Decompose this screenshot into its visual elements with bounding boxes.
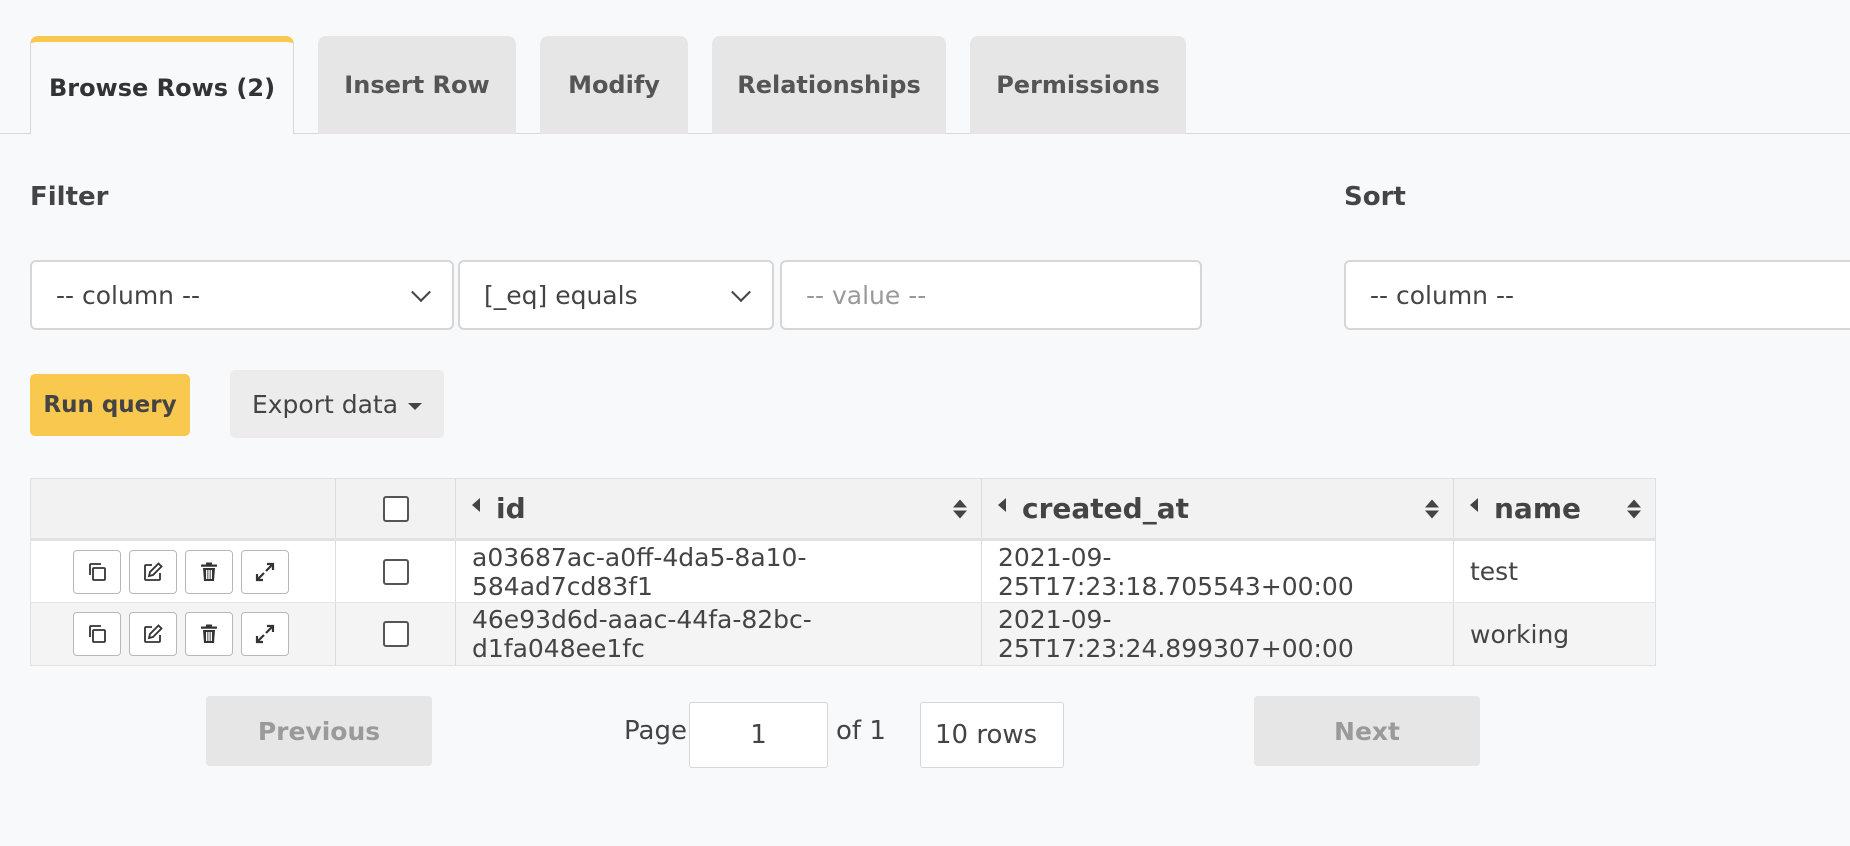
clone-row-button[interactable] — [73, 612, 121, 656]
tab-bar: Browse Rows (2) Insert Row Modify Relati… — [0, 0, 1850, 135]
filter-value-placeholder: -- value -- — [806, 280, 927, 310]
delete-row-button[interactable] — [185, 549, 233, 594]
cell-id: 46e93d6d-aaac-44fa-82bc-d1fa048ee1fc — [456, 603, 982, 665]
sort-title: Sort — [1344, 182, 1406, 212]
caret-down-icon — [408, 402, 423, 410]
collapse-left-icon[interactable] — [998, 497, 1006, 512]
cell-created-at: 2021-09-25T17:23:18.705543+00:00 — [982, 541, 1454, 602]
row-checkbox-cell — [336, 541, 456, 602]
rows-per-page-select[interactable]: 10 rows — [920, 702, 1064, 768]
select-all-checkbox[interactable] — [382, 495, 409, 522]
filter-column-value: -- column -- — [56, 280, 201, 310]
expand-row-button[interactable] — [241, 612, 289, 656]
column-header-label: id — [496, 492, 526, 525]
row-checkbox[interactable] — [382, 558, 409, 585]
row-checkbox-cell — [336, 603, 456, 665]
run-query-button[interactable]: Run query — [30, 374, 190, 436]
column-header-name[interactable]: name — [1454, 479, 1655, 538]
header-checkbox-cell — [336, 479, 456, 538]
column-header-id[interactable]: id — [456, 479, 982, 538]
export-data-button[interactable]: Export data — [230, 370, 444, 438]
page-total-label: of 1 — [836, 716, 886, 746]
expand-row-button[interactable] — [241, 549, 289, 594]
cell-name: test — [1470, 557, 1519, 586]
row-actions-cell — [31, 541, 336, 602]
sort-icon[interactable] — [1627, 499, 1641, 518]
table-row: 46e93d6d-aaac-44fa-82bc-d1fa048ee1fc 202… — [31, 603, 1655, 665]
header-actions-cell — [31, 479, 336, 538]
edit-icon — [144, 561, 163, 581]
table-header-row: id created_at name — [31, 479, 1655, 541]
filter-operator-value: [_eq] equals — [484, 280, 638, 310]
row-actions-cell — [31, 603, 336, 665]
clone-row-button[interactable] — [73, 549, 121, 594]
filter-operator-select[interactable]: [_eq] equals — [458, 260, 774, 330]
edit-icon — [144, 624, 163, 643]
column-header-label: created_at — [1022, 492, 1189, 525]
edit-row-button[interactable] — [129, 549, 177, 594]
filter-value-input[interactable]: -- value -- — [780, 260, 1202, 330]
sort-column-value: -- column -- — [1370, 280, 1515, 310]
collapse-left-icon[interactable] — [472, 497, 480, 512]
next-page-button[interactable]: Next — [1254, 696, 1480, 766]
tab-insert-row[interactable]: Insert Row — [318, 36, 516, 134]
delete-icon — [201, 562, 217, 581]
sort-column-select[interactable]: -- column -- — [1344, 260, 1850, 330]
collapse-left-icon[interactable] — [1470, 497, 1478, 512]
clone-icon — [89, 562, 106, 581]
page-label: Page — [624, 716, 687, 746]
chevron-down-icon — [731, 282, 751, 303]
cell-name: working — [1470, 619, 1570, 649]
expand-icon — [255, 624, 275, 644]
chevron-down-icon — [411, 282, 431, 303]
tab-relationships[interactable]: Relationships — [712, 36, 946, 134]
column-header-created-at[interactable]: created_at — [982, 479, 1454, 538]
row-checkbox[interactable] — [382, 621, 409, 647]
expand-icon — [255, 562, 275, 581]
previous-page-button[interactable]: Previous — [206, 696, 432, 766]
column-header-label: name — [1494, 492, 1581, 525]
tab-permissions[interactable]: Permissions — [970, 36, 1186, 134]
tab-browse-rows[interactable]: Browse Rows (2) — [30, 36, 294, 135]
table-row: a03687ac-a0ff-4da5-8a10-584ad7cd83f1 202… — [31, 541, 1655, 603]
cell-id: a03687ac-a0ff-4da5-8a10-584ad7cd83f1 — [456, 541, 982, 602]
page-number-input[interactable]: 1 — [689, 702, 828, 768]
delete-row-button[interactable] — [185, 612, 233, 656]
filter-column-select[interactable]: -- column -- — [30, 260, 454, 330]
sort-icon[interactable] — [953, 499, 967, 518]
clone-icon — [89, 625, 106, 643]
cell-created-at: 2021-09-25T17:23:24.899307+00:00 — [982, 603, 1454, 665]
edit-row-button[interactable] — [129, 612, 177, 656]
tab-modify[interactable]: Modify — [540, 36, 688, 134]
data-table: id created_at name a03687ac-a0ff-4da5-8a… — [30, 478, 1656, 666]
sort-icon[interactable] — [1425, 499, 1439, 518]
filter-title: Filter — [30, 182, 109, 212]
export-data-label: Export data — [251, 389, 399, 419]
delete-icon — [201, 624, 217, 643]
